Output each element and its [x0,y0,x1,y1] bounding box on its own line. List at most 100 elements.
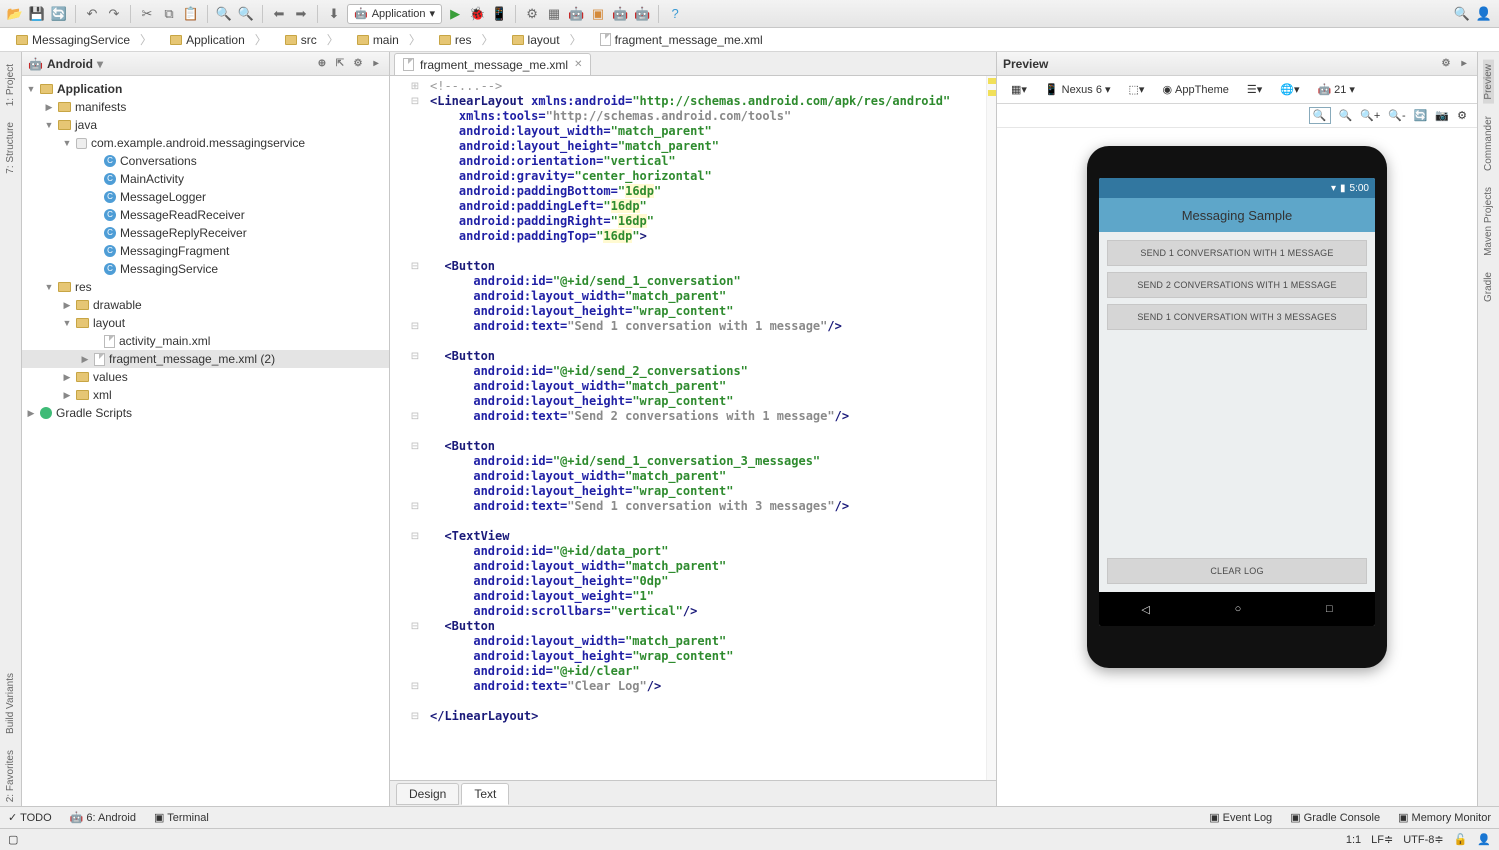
project-tree[interactable]: Application manifests java com.example.a… [22,76,389,806]
crumb-4[interactable]: res〉 [431,28,502,51]
sidebar-tab-gradle[interactable]: Gradle [1483,268,1494,306]
layout-selector[interactable]: ☰▾ [1241,81,1268,98]
make-icon[interactable]: ⬇ [325,5,343,23]
tree-layout[interactable]: layout [22,314,389,332]
project-view-name[interactable]: Android [47,57,93,71]
locale-selector[interactable]: 🌐▾ [1274,81,1305,98]
sidebar-tab-preview[interactable]: Preview [1483,60,1494,104]
paste-icon[interactable]: 📋 [182,5,200,23]
tree-class-1[interactable]: CMainActivity [22,170,389,188]
gear-icon[interactable]: ⚙ [351,57,365,71]
tree-layout-file-1[interactable]: fragment_message_me.xml (2) [22,350,389,368]
save-icon[interactable]: 💾 [28,5,46,23]
sidebar-tab-commander[interactable]: Commander [1483,112,1494,175]
attach-icon[interactable]: 📱 [490,5,508,23]
tab-design[interactable]: Design [396,783,459,805]
redo-icon[interactable]: ↷ [105,5,123,23]
sync-icon[interactable]: 🔄 [50,5,68,23]
tree-class-0[interactable]: CConversations [22,152,389,170]
sidebar-tab-maven[interactable]: Maven Projects [1483,183,1494,260]
tree-xml[interactable]: xml [22,386,389,404]
bottom-tab-event-log[interactable]: ▣ Event Log [1209,811,1272,824]
refresh-icon[interactable]: 🔄 [1414,109,1428,122]
avd-icon[interactable]: ⚙ [523,5,541,23]
bottom-tab-todo[interactable]: ✓ TODO [8,811,52,824]
tree-manifests[interactable]: manifests [22,98,389,116]
monitor-icon[interactable]: ▣ [589,5,607,23]
tree-package[interactable]: com.example.android.messagingservice [22,134,389,152]
zoom-in-icon[interactable]: 🔍+ [1360,109,1380,122]
inspector-icon[interactable]: 👤 [1477,833,1491,846]
tree-gradle[interactable]: Gradle Scripts [22,404,389,422]
hide-icon[interactable]: ▸ [369,57,383,71]
tree-res[interactable]: res [22,278,389,296]
user-icon[interactable]: 👤 [1475,5,1493,23]
bottom-tab-terminal[interactable]: ▣ Terminal [154,811,209,824]
sidebar-tab-structure[interactable]: 7: Structure [5,118,16,178]
target-icon[interactable]: ⊕ [315,57,329,71]
run-config-selector[interactable]: 🤖 Application ▾ [347,4,442,24]
orientation-selector[interactable]: ⬚▾ [1123,81,1151,98]
tree-drawable[interactable]: drawable [22,296,389,314]
crumb-0[interactable]: MessagingService〉 [8,28,160,51]
undo-icon[interactable]: ↶ [83,5,101,23]
tree-layout-file-0[interactable]: activity_main.xml [22,332,389,350]
crumb-5[interactable]: layout〉 [504,28,590,51]
replace-icon[interactable]: 🔍 [237,5,255,23]
tab-text[interactable]: Text [461,783,509,805]
tree-class-6[interactable]: CMessagingService [22,260,389,278]
screenshot-icon[interactable]: 📷 [1435,109,1449,122]
crumb-1[interactable]: Application〉 [162,28,275,51]
code-editor[interactable]: ⊞⊟⊟⊟⊟⊟⊟⊟⊟⊟⊟⊟ <!--...--><LinearLayout xml… [390,76,996,780]
zoom-actual-icon[interactable]: 🔍 [1339,109,1353,122]
bottom-tab-android[interactable]: 🤖 6: Android [70,811,136,824]
collapse-icon[interactable]: ⇱ [333,57,347,71]
sidebar-tab-build-variants[interactable]: Build Variants [5,669,16,738]
bottom-tab-memory-monitor[interactable]: ▣ Memory Monitor [1398,811,1491,824]
forward-icon[interactable]: ➡ [292,5,310,23]
find-icon[interactable]: 🔍 [215,5,233,23]
tree-values[interactable]: values [22,368,389,386]
tree-class-3[interactable]: CMessageReadReceiver [22,206,389,224]
tree-class-4[interactable]: CMessageReplyReceiver [22,224,389,242]
zoom-fit-icon[interactable]: 🔍 [1309,107,1331,124]
run-icon[interactable]: ▶ [446,5,464,23]
editor-tab-active[interactable]: fragment_message_me.xml ✕ [394,53,591,75]
debug-icon[interactable]: 🐞 [468,5,486,23]
tree-class-5[interactable]: CMessagingFragment [22,242,389,260]
crumb-3[interactable]: main〉 [349,28,429,51]
device-selector[interactable]: 📱Nexus 6▾ [1039,81,1117,98]
tree-app[interactable]: Application [22,80,389,98]
cut-icon[interactable]: ✂ [138,5,156,23]
crumb-6[interactable]: fragment_message_me.xml [592,28,771,51]
theme-selector[interactable]: ◉AppTheme [1156,81,1234,98]
line-separator[interactable]: LF≑ [1371,833,1393,846]
encoding[interactable]: UTF-8≑ [1403,833,1443,846]
tree-java[interactable]: java [22,116,389,134]
close-tab-icon[interactable]: ✕ [574,59,582,70]
bottom-tab-gradle-console[interactable]: ▣ Gradle Console [1290,811,1380,824]
ddms-icon[interactable]: 🤖 [567,5,585,23]
api-selector[interactable]: 🤖21▾ [1311,81,1360,98]
marker-strip[interactable] [986,76,996,780]
help-icon[interactable]: ? [666,5,684,23]
android-icon-3[interactable]: 🤖 [633,5,651,23]
lock-icon[interactable]: 🔓 [1454,833,1468,846]
sdk-icon[interactable]: ▦ [545,5,563,23]
crumb-2[interactable]: src〉 [277,28,347,51]
gear-icon[interactable]: ⚙ [1439,57,1453,71]
hide-tool-windows-icon[interactable]: ▢ [8,833,18,846]
copy-icon[interactable]: ⧉ [160,5,178,23]
dropdown-icon[interactable]: ▾ [97,57,103,71]
tree-class-2[interactable]: CMessageLogger [22,188,389,206]
open-icon[interactable]: 📂 [6,5,24,23]
hide-icon[interactable]: ▸ [1457,57,1471,71]
android-icon-2[interactable]: 🤖 [611,5,629,23]
config-dropdown[interactable]: ▦▾ [1005,81,1033,98]
settings-icon[interactable]: ⚙ [1457,109,1467,122]
sidebar-tab-project[interactable]: 1: Project [5,60,16,110]
zoom-out-icon[interactable]: 🔍- [1388,109,1405,122]
sidebar-tab-favorites[interactable]: 2: Favorites [5,746,16,806]
search-everywhere-icon[interactable]: 🔍 [1453,5,1471,23]
back-icon[interactable]: ⬅ [270,5,288,23]
